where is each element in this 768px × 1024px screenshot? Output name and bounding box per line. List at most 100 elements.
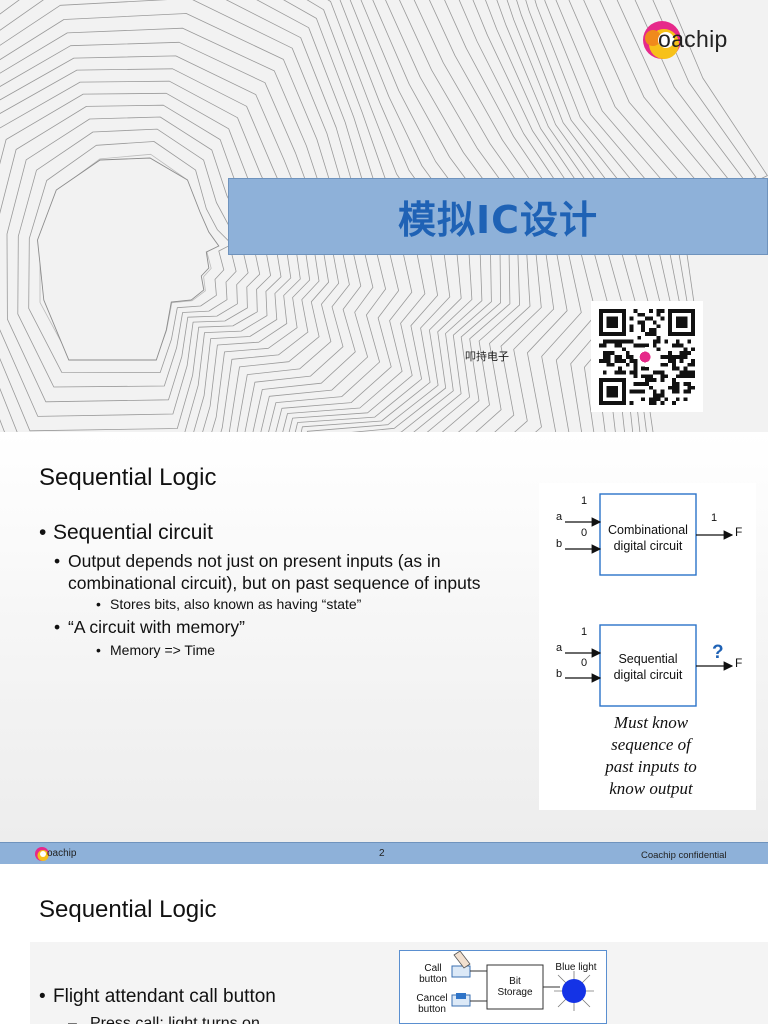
qr-module [675,355,680,359]
qr-module [602,370,607,375]
qr-module [637,320,642,325]
qr-module [652,339,657,344]
input-a-value: 1 [581,495,588,507]
qr-module [652,389,657,394]
qr-module [687,362,692,367]
qr-module [633,358,638,363]
qr-module [679,370,684,375]
slide-heading: Sequential Logic [39,464,217,491]
qr-module [629,328,634,333]
qr-module [641,343,646,348]
qr-module [641,374,646,379]
qr-module [664,397,669,402]
slide-heading: Sequential Logic [39,896,217,923]
label-line: Cancel [416,993,448,1004]
qr-module [641,328,646,333]
qr-module [656,339,661,344]
confidential-note: Coachip confidential [641,850,727,861]
qr-module [660,401,665,405]
qr-module [660,389,665,394]
qr-module [645,366,649,371]
qr-module [683,374,688,379]
qr-module [664,362,669,367]
qr-module [679,374,684,379]
qr-module [614,343,619,348]
qr-module [618,355,623,359]
input-a-label: a [556,642,563,654]
qr-module [629,355,634,359]
qr-module [660,370,665,375]
qr-module [683,381,688,386]
label-line: digital circuit [613,668,683,682]
bullet-text: Flight attendant call button [53,986,276,1007]
qr-module [633,362,638,367]
qr-module [683,366,688,371]
qr-module [675,374,680,379]
qr-module [606,351,611,356]
slide-footer: oachip 2 Coachip confidential [0,842,768,864]
qr-module [683,355,688,359]
qr-module [602,343,607,348]
bullet-text: Output depends not just on present input… [68,551,481,593]
qr-module [625,351,630,356]
qr-module [648,332,653,336]
qr-module [622,358,626,363]
label-line: Storage [497,987,533,998]
qr-module [629,339,634,344]
bullet-level-1: • Sequential circuit [39,521,213,544]
qr-module [625,339,630,344]
head-silhouette [37,157,220,361]
qr-finder-module [606,385,619,398]
qr-module [652,397,657,402]
qr-module [629,389,634,394]
note-line: know output [609,779,693,798]
input-b-value: 0 [581,527,588,539]
qr-module [671,401,676,405]
qr-module [656,312,661,317]
label-line: Sequential [618,652,678,666]
qr-module [656,393,661,398]
qr-module [691,347,695,352]
qr-module [633,343,638,348]
qr-module [675,397,680,402]
bullet-text: Stores bits, also known as having “state… [110,596,362,612]
qr-module [671,389,676,394]
qr-module [679,351,684,356]
qr-code-icon [599,309,695,405]
qr-module [602,358,607,363]
qr-module [614,355,619,359]
qr-module [656,324,661,329]
qr-module [691,374,695,379]
label-line: button [419,974,447,985]
qr-module [648,374,653,379]
qr-module [633,381,638,386]
qr-module [606,355,611,359]
bit-storage-label: Bit Storage [487,976,543,998]
qr-module [671,362,676,367]
unknown-output: ? [712,642,724,663]
qr-module [683,397,688,402]
qr-module [652,378,657,382]
output-value: 1 [711,512,718,524]
qr-module [683,351,688,356]
qr-module [687,339,692,344]
label-line: button [418,1004,446,1015]
qr-module [645,343,649,348]
note-line: past inputs to [605,757,697,776]
cancel-button-label: Cancel button [410,993,454,1015]
qr-module [664,374,669,379]
bullet-text: “A circuit with memory” [68,617,245,637]
input-b-label: b [556,538,563,550]
qr-module [622,339,626,344]
qr-module [668,385,672,390]
qr-module [648,397,653,402]
qr-module [656,397,661,402]
qr-module [648,316,653,321]
qr-module [641,324,646,329]
qr-module [629,316,634,321]
qr-module [641,397,646,402]
diagram-note: Must know sequence of past inputs to kno… [561,712,741,800]
qr-module [648,309,653,313]
label-line: Bit [509,976,521,987]
qr-module [675,339,680,344]
